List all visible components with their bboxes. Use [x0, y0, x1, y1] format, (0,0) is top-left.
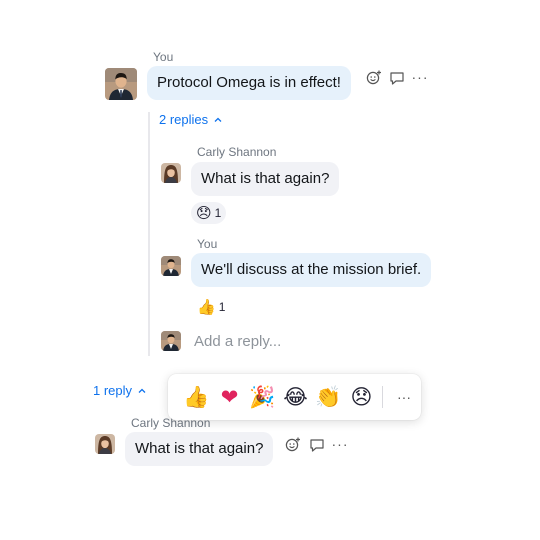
- message-bubble[interactable]: Protocol Omega is in effect!: [147, 66, 351, 100]
- sender-name: You: [153, 50, 174, 64]
- replies-toggle[interactable]: 1 reply: [93, 383, 146, 398]
- add-reaction-icon: [285, 437, 300, 452]
- more-reactions-button[interactable]: ···: [391, 389, 417, 405]
- add-reply-input[interactable]: Add a reply...: [194, 333, 281, 350]
- red-heart-icon[interactable]: ❤: [213, 382, 246, 412]
- avatar[interactable]: [161, 256, 181, 276]
- replies-toggle[interactable]: 2 replies: [159, 112, 222, 127]
- face-with-tears-of-joy-icon[interactable]: 😂: [279, 382, 312, 412]
- comment-icon: [310, 439, 324, 452]
- add-reaction-button[interactable]: [366, 69, 382, 85]
- reaction-chip[interactable]: 😞 1: [191, 202, 227, 224]
- reply-bubble[interactable]: We'll discuss at the mission brief.: [191, 253, 432, 287]
- clapping-hands-icon[interactable]: 👏: [312, 382, 345, 412]
- sender-name: You: [197, 237, 218, 251]
- disappointed-face-icon: 😞: [196, 204, 212, 222]
- reply-bubble[interactable]: What is that again?: [191, 162, 340, 196]
- comment-icon: [390, 72, 404, 85]
- replies-count-label: 2 replies: [159, 112, 209, 127]
- chevron-up-icon: [214, 117, 222, 122]
- user-avatar-male-icon: [161, 331, 181, 351]
- user-avatar-female-icon: [161, 163, 181, 183]
- replies-count-label: 1 reply: [93, 383, 133, 398]
- reaction-picker: 👍 ❤ 🎉 😂 👏 😞 ···: [168, 374, 421, 420]
- thumbs-up-icon[interactable]: 👍: [180, 382, 213, 412]
- more-options-button[interactable]: ···: [412, 69, 428, 85]
- avatar: [161, 331, 181, 351]
- disappointed-face-icon[interactable]: 😞: [345, 382, 378, 412]
- add-reaction-icon: [366, 70, 381, 85]
- avatar[interactable]: [161, 163, 181, 183]
- reaction-count: 1: [218, 300, 226, 314]
- thumbs-up-icon: 👍: [197, 298, 216, 316]
- avatar[interactable]: [95, 434, 115, 454]
- add-reaction-button[interactable]: [285, 436, 301, 452]
- reply-button[interactable]: [309, 437, 325, 453]
- chevron-up-icon: [138, 388, 146, 393]
- reaction-count: 1: [214, 206, 222, 220]
- user-avatar-male-icon: [161, 256, 181, 276]
- reply-button[interactable]: [389, 70, 405, 86]
- reaction-chip[interactable]: 👍 1: [195, 296, 227, 318]
- party-popper-icon[interactable]: 🎉: [246, 382, 279, 412]
- user-avatar-female-icon: [95, 434, 115, 454]
- user-avatar-male-icon: [105, 68, 137, 100]
- sender-name: Carly Shannon: [197, 145, 277, 159]
- divider: [382, 386, 383, 408]
- message-bubble[interactable]: What is that again?: [125, 432, 274, 466]
- avatar[interactable]: [105, 68, 137, 100]
- more-options-button[interactable]: ···: [332, 436, 348, 452]
- thread-line: [148, 112, 150, 356]
